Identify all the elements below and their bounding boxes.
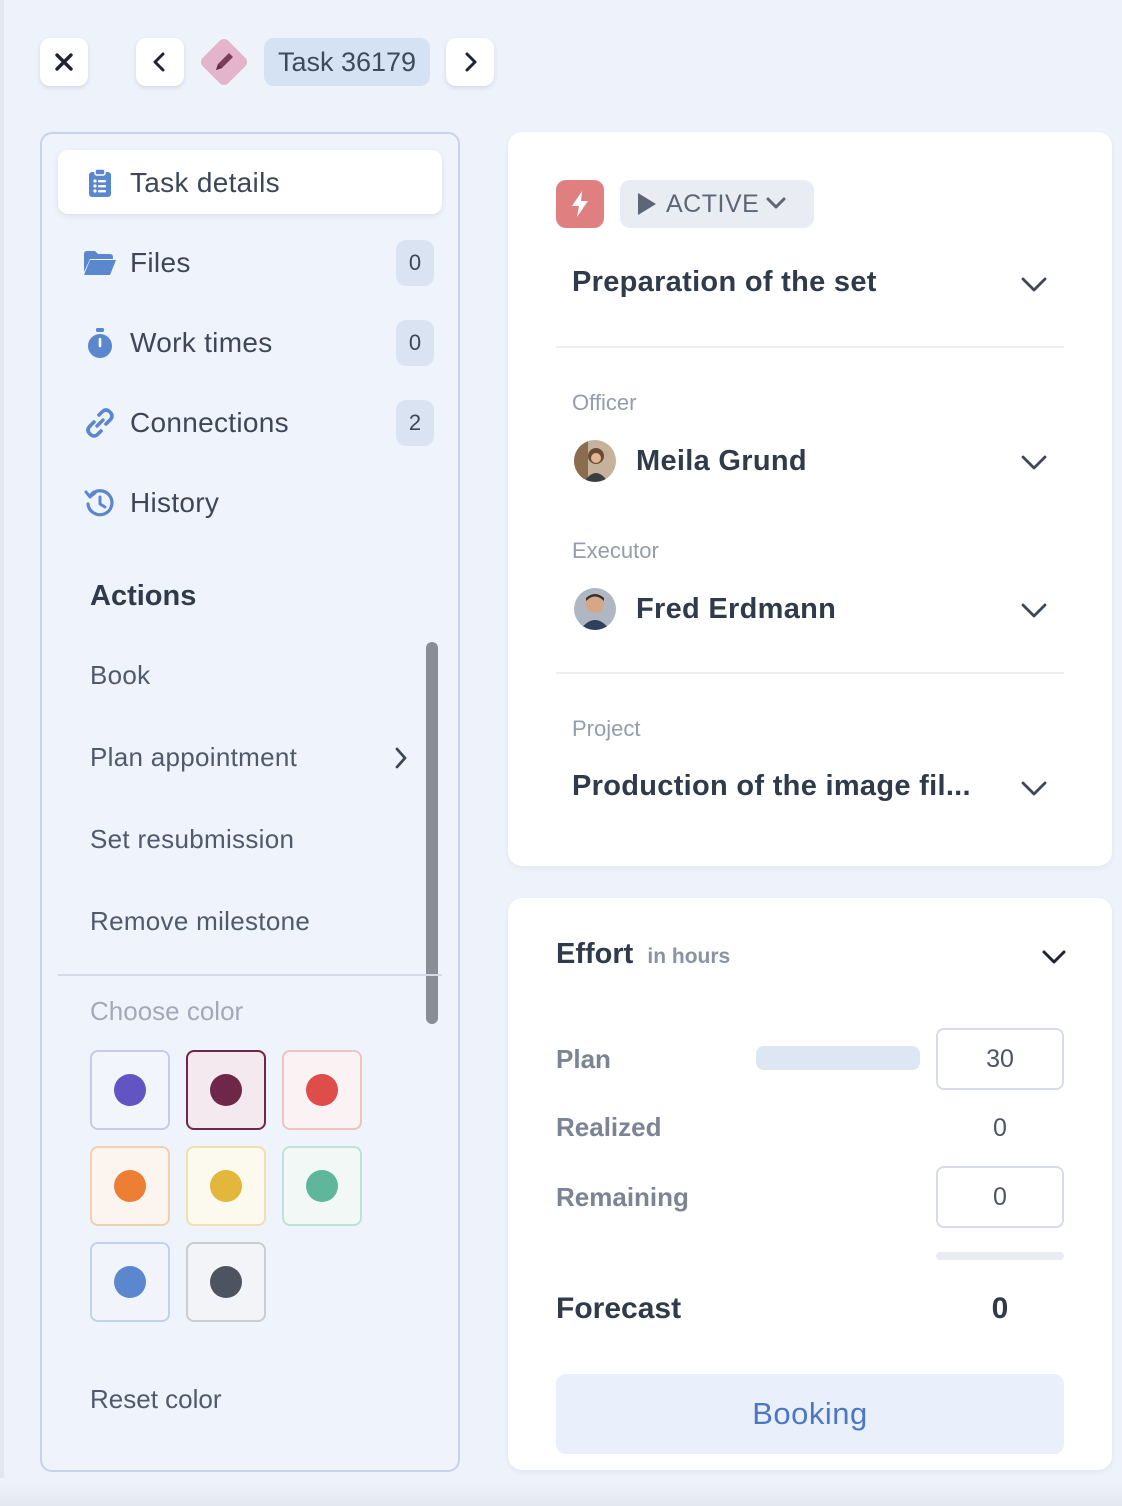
close-button[interactable] bbox=[40, 38, 88, 86]
officer-name: Meila Grund bbox=[636, 444, 807, 477]
action-remove-milestone[interactable]: Remove milestone bbox=[90, 906, 310, 937]
chevron-down-icon[interactable] bbox=[1040, 946, 1068, 968]
sidebar-item-files[interactable]: Files bbox=[82, 238, 191, 288]
sidebar-item-label: Connections bbox=[130, 407, 289, 438]
remaining-hours-input[interactable]: 0 bbox=[936, 1166, 1064, 1228]
sidebar-item-task-details-content[interactable]: Task details bbox=[82, 158, 280, 208]
project-name[interactable]: Production of the image fil... bbox=[572, 770, 971, 803]
connections-count-badge: 2 bbox=[396, 400, 434, 446]
actions-heading: Actions bbox=[90, 580, 197, 612]
clipboard-icon bbox=[82, 165, 118, 201]
chevron-left-icon bbox=[153, 52, 165, 72]
color-dot bbox=[114, 1170, 146, 1202]
task-details-card: ACTIVE Preparation of the set Officer Me… bbox=[508, 132, 1112, 866]
project-label: Project bbox=[572, 716, 641, 741]
chevron-down-icon[interactable] bbox=[1020, 270, 1048, 298]
color-swatch-orange[interactable] bbox=[90, 1146, 170, 1226]
sidebar-item-label: Work times bbox=[130, 327, 273, 358]
color-dot bbox=[210, 1170, 242, 1202]
divider bbox=[556, 346, 1064, 348]
close-icon bbox=[55, 53, 73, 71]
status-label: ACTIVE bbox=[666, 189, 760, 218]
choose-color-label: Choose color bbox=[90, 996, 244, 1026]
color-dot bbox=[114, 1074, 146, 1106]
remaining-label: Remaining bbox=[556, 1182, 689, 1212]
booking-button[interactable]: Booking bbox=[556, 1374, 1064, 1454]
lightning-icon bbox=[572, 191, 588, 217]
color-swatch-gray[interactable] bbox=[186, 1242, 266, 1322]
effort-title: Effort bbox=[556, 938, 634, 970]
realized-value: 0 bbox=[993, 1114, 1007, 1142]
color-swatch-yellow[interactable] bbox=[186, 1146, 266, 1226]
plan-progress-bar bbox=[756, 1046, 920, 1070]
action-book[interactable]: Book bbox=[90, 660, 150, 691]
divider bbox=[58, 974, 442, 976]
action-set-resubmission[interactable]: Set resubmission bbox=[90, 824, 294, 855]
divider bbox=[556, 672, 1064, 674]
effort-card: Effort in hours Plan 30 Realized 0 Remai… bbox=[508, 898, 1112, 1470]
reset-color-link[interactable]: Reset color bbox=[90, 1384, 222, 1415]
history-icon bbox=[82, 485, 118, 521]
chevron-down-icon[interactable] bbox=[1020, 448, 1048, 476]
task-type-badge bbox=[196, 34, 252, 90]
executor-selector[interactable]: Fred Erdmann bbox=[574, 588, 836, 630]
actions-scrollbar[interactable] bbox=[426, 642, 438, 1024]
color-swatch-red[interactable] bbox=[282, 1050, 362, 1130]
plan-label: Plan bbox=[556, 1044, 611, 1074]
status-dropdown[interactable]: ACTIVE bbox=[620, 180, 814, 228]
avatar bbox=[574, 440, 616, 482]
sum-separator bbox=[936, 1252, 1064, 1260]
color-swatch-purple[interactable] bbox=[90, 1050, 170, 1130]
sidebar-item-label: Task details bbox=[130, 167, 280, 198]
forecast-label: Forecast bbox=[556, 1292, 682, 1325]
effort-unit: in hours bbox=[647, 945, 731, 968]
sidebar-item-work-times[interactable]: Work times bbox=[82, 318, 273, 368]
previous-task-button[interactable] bbox=[136, 38, 184, 86]
link-icon bbox=[82, 405, 118, 441]
sidebar-item-label: Files bbox=[130, 247, 191, 278]
window-bottom-edge bbox=[0, 1478, 1122, 1506]
realized-label: Realized bbox=[556, 1112, 662, 1142]
sidebar-item-history[interactable]: History bbox=[82, 478, 219, 528]
color-dot bbox=[210, 1266, 242, 1298]
officer-selector[interactable]: Meila Grund bbox=[574, 440, 807, 482]
chevron-down-icon[interactable] bbox=[1020, 774, 1048, 802]
window-edge bbox=[0, 0, 4, 1506]
color-dot bbox=[114, 1266, 146, 1298]
color-swatch-plum[interactable] bbox=[186, 1050, 266, 1130]
next-task-button[interactable] bbox=[446, 38, 494, 86]
color-dot bbox=[306, 1170, 338, 1202]
chevron-right-icon bbox=[395, 747, 407, 769]
plan-hours-input[interactable]: 30 bbox=[936, 1028, 1064, 1090]
play-icon bbox=[638, 193, 656, 215]
chevron-down-icon bbox=[766, 197, 786, 209]
sidebar-item-label: History bbox=[130, 487, 220, 518]
files-count-badge: 0 bbox=[396, 240, 434, 286]
stopwatch-icon bbox=[82, 325, 118, 361]
pencil-icon bbox=[201, 39, 247, 85]
forecast-value: 0 bbox=[991, 1292, 1009, 1325]
color-swatch-green[interactable] bbox=[282, 1146, 362, 1226]
color-swatch-blue[interactable] bbox=[90, 1242, 170, 1322]
chevron-right-icon bbox=[465, 52, 477, 72]
chevron-down-icon[interactable] bbox=[1020, 596, 1048, 624]
folder-icon bbox=[82, 245, 118, 281]
priority-button[interactable] bbox=[556, 180, 604, 228]
avatar bbox=[574, 588, 616, 630]
executor-label: Executor bbox=[572, 538, 659, 563]
executor-name: Fred Erdmann bbox=[636, 592, 837, 625]
work-times-count-badge: 0 bbox=[396, 320, 434, 366]
effort-heading: Effort in hours bbox=[556, 938, 730, 971]
task-sidebar: Task details Files 0 Work times 0 Connec… bbox=[40, 132, 460, 1472]
task-title[interactable]: Preparation of the set bbox=[572, 266, 877, 299]
action-plan-appointment[interactable]: Plan appointment bbox=[90, 742, 297, 773]
officer-label: Officer bbox=[572, 390, 637, 415]
task-number-label: Task 36179 bbox=[264, 38, 430, 86]
sidebar-item-connections[interactable]: Connections bbox=[82, 398, 289, 448]
color-dot bbox=[306, 1074, 338, 1106]
color-dot bbox=[210, 1074, 242, 1106]
